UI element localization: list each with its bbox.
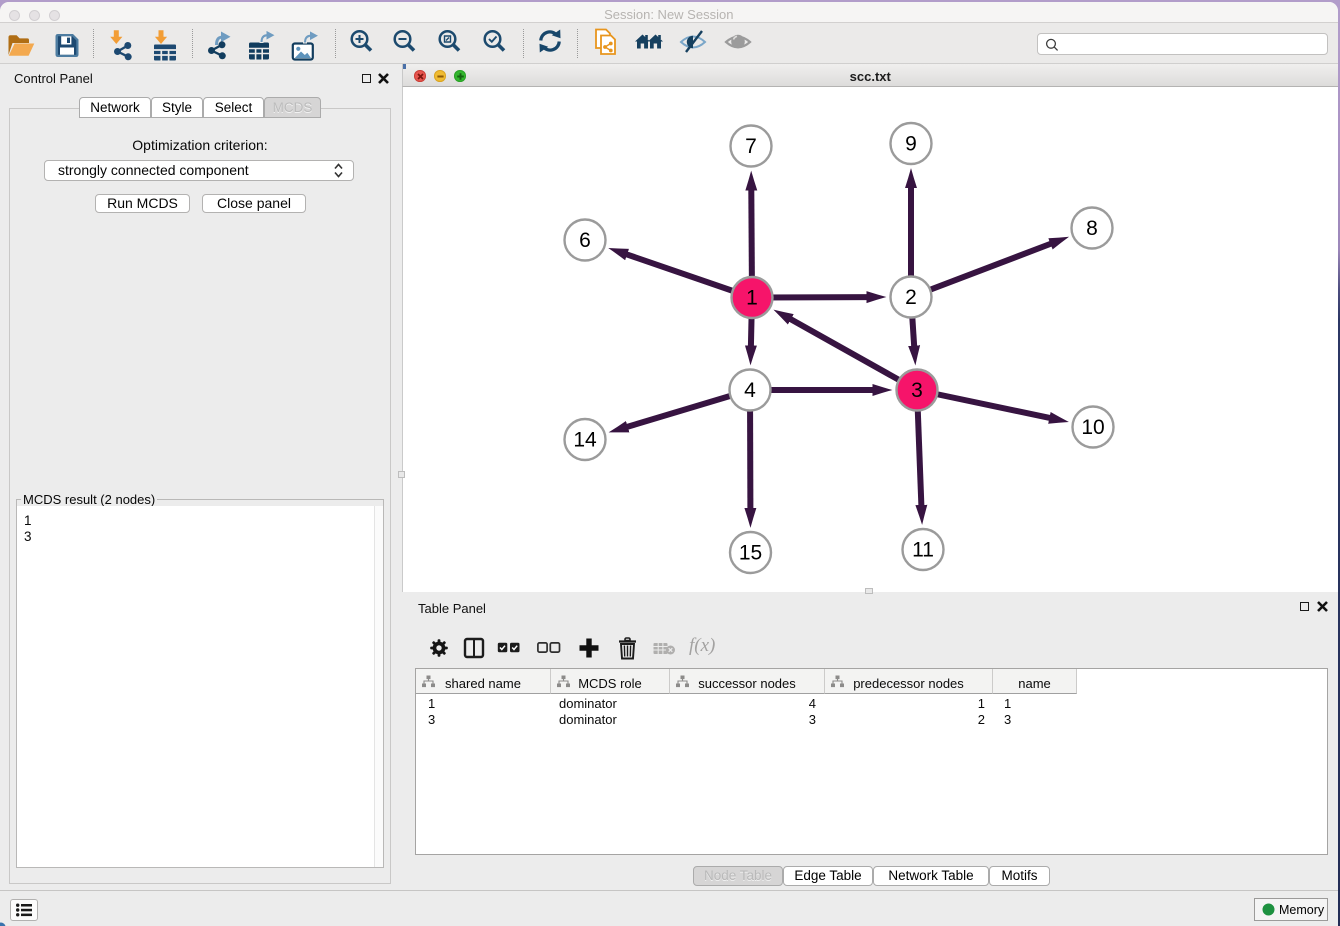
svg-text:1: 1: [746, 287, 758, 310]
svg-text:9: 9: [905, 133, 917, 156]
svg-text:4: 4: [744, 379, 756, 402]
svg-text:3: 3: [911, 379, 923, 402]
svg-text:15: 15: [739, 542, 762, 565]
svg-text:2: 2: [905, 286, 917, 309]
svg-text:11: 11: [912, 539, 934, 562]
svg-text:8: 8: [1086, 217, 1098, 240]
svg-text:14: 14: [573, 429, 597, 452]
svg-text:10: 10: [1081, 416, 1104, 439]
svg-text:6: 6: [579, 229, 591, 252]
svg-text:7: 7: [745, 135, 757, 158]
